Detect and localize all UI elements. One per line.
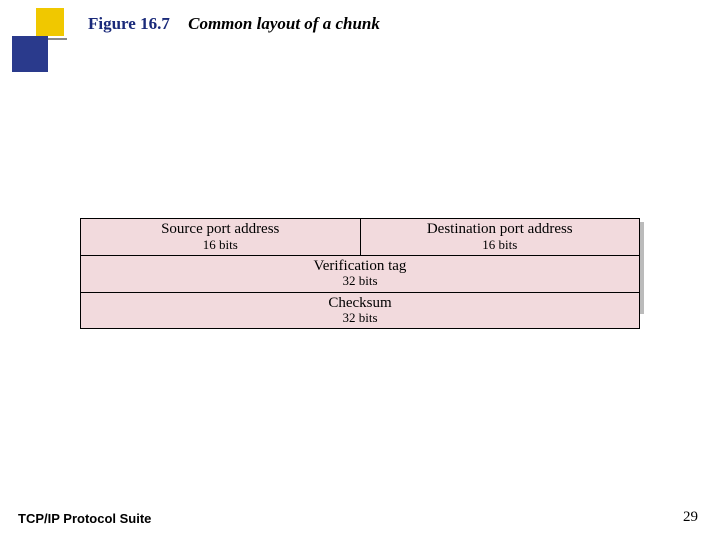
field-label: Destination port address	[427, 221, 573, 237]
field-bits: 16 bits	[81, 238, 360, 252]
field-bits: 16 bits	[361, 238, 640, 252]
table-row: Source port address 16 bits Destination …	[81, 219, 640, 256]
logo-yellow-square	[36, 8, 64, 36]
table-row: Verification tag 32 bits	[81, 255, 640, 292]
chunk-header-diagram: Source port address 16 bits Destination …	[80, 218, 640, 329]
field-verification-tag: Verification tag 32 bits	[81, 255, 640, 292]
page-number: 29	[683, 509, 698, 526]
field-checksum: Checksum 32 bits	[81, 292, 640, 329]
header-fields-table: Source port address 16 bits Destination …	[80, 218, 640, 329]
field-bits: 32 bits	[81, 311, 639, 325]
slide-logo	[12, 8, 67, 68]
figure-number: Figure 16.7	[88, 14, 170, 33]
field-label: Verification tag	[314, 258, 407, 274]
table-row: Checksum 32 bits	[81, 292, 640, 329]
field-dest-port: Destination port address 16 bits	[360, 219, 640, 256]
slide-title: Figure 16.7 Common layout of a chunk	[88, 14, 380, 34]
figure-caption: Common layout of a chunk	[188, 14, 380, 33]
field-label: Checksum	[328, 295, 391, 311]
field-bits: 32 bits	[81, 274, 639, 288]
footer-text: TCP/IP Protocol Suite	[18, 511, 151, 526]
field-label: Source port address	[161, 221, 279, 237]
field-source-port: Source port address 16 bits	[81, 219, 361, 256]
logo-blue-square	[12, 36, 48, 72]
